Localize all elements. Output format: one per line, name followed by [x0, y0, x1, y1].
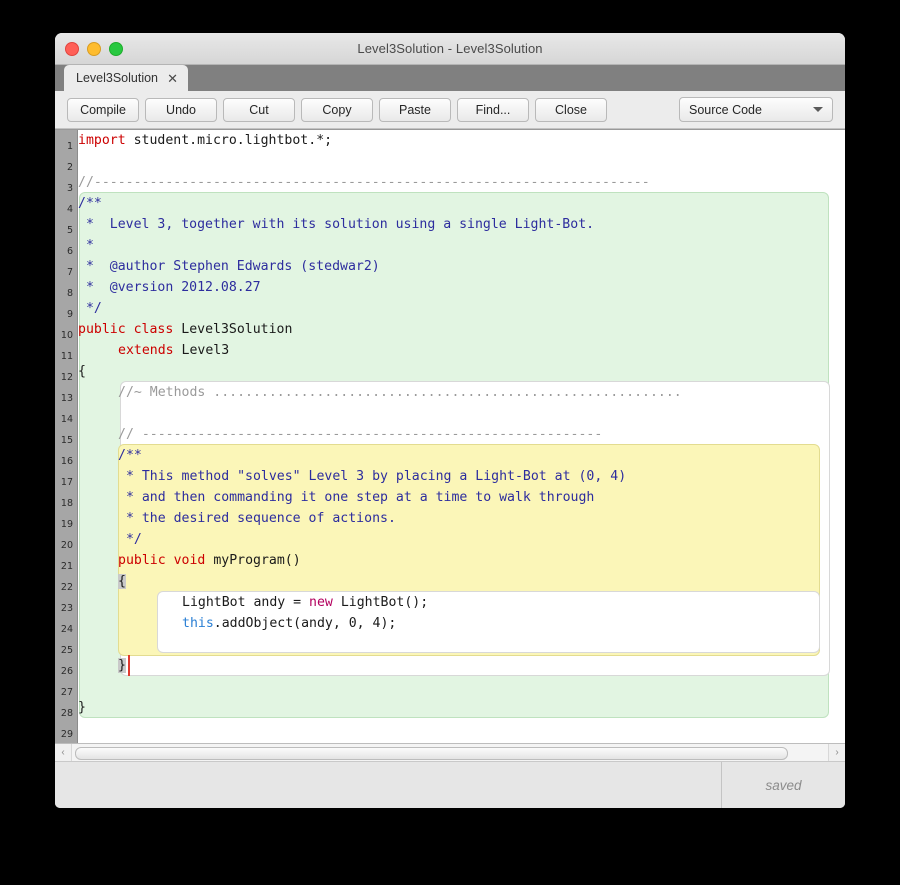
chevron-down-icon	[813, 107, 823, 112]
code-surface[interactable]: import student.micro.lightbot.*; //-----…	[78, 130, 845, 743]
code-line: /**	[78, 445, 142, 466]
status-message-area	[55, 762, 721, 808]
code-line: LightBot andy = new LightBot();	[78, 592, 428, 613]
text-caret	[128, 655, 130, 676]
code-line: *	[78, 235, 94, 256]
code-line: * @version 2012.08.27	[78, 277, 261, 298]
matching-brace-close: }	[118, 658, 126, 673]
line-number: 8	[55, 283, 77, 304]
line-number: 10	[55, 325, 77, 346]
tab-strip: Level3Solution ✕	[55, 65, 845, 91]
window-controls	[65, 42, 123, 56]
code-line: * @author Stephen Edwards (stedwar2)	[78, 256, 380, 277]
line-number: 11	[55, 346, 77, 367]
tab-level3solution[interactable]: Level3Solution ✕	[64, 65, 188, 91]
saved-status-label: saved	[765, 778, 801, 793]
line-number: 7	[55, 262, 77, 283]
line-number: 1	[55, 136, 77, 157]
line-number: 21	[55, 556, 77, 577]
line-number: 2	[55, 157, 77, 178]
code-line: import student.micro.lightbot.*;	[78, 130, 332, 151]
line-number: 24	[55, 619, 77, 640]
code-line: //--------------------------------------…	[78, 172, 650, 193]
line-number: 3	[55, 178, 77, 199]
status-bar: saved	[55, 761, 845, 808]
code-line: extends Level3	[78, 340, 229, 361]
code-line: * Level 3, together with its solution us…	[78, 214, 594, 235]
view-mode-value: Source Code	[689, 103, 762, 117]
code-line: {	[78, 571, 126, 592]
line-number: 20	[55, 535, 77, 556]
scrollbar-track[interactable]	[71, 744, 829, 761]
line-number: 23	[55, 598, 77, 619]
minimize-window-button[interactable]	[87, 42, 101, 56]
matching-brace-open: {	[118, 574, 126, 589]
line-number: 17	[55, 472, 77, 493]
save-status-area: saved	[722, 762, 845, 808]
view-mode-select[interactable]: Source Code	[679, 97, 833, 122]
close-button[interactable]: Close	[535, 98, 607, 122]
editor-window: Level3Solution - Level3Solution Level3So…	[55, 33, 845, 808]
code-line: public class Level3Solution	[78, 319, 292, 340]
close-icon[interactable]: ✕	[167, 72, 178, 85]
code-line: /**	[78, 193, 102, 214]
copy-button[interactable]: Copy	[301, 98, 373, 122]
code-line: * the desired sequence of actions.	[78, 508, 396, 529]
find-button[interactable]: Find...	[457, 98, 529, 122]
line-number: 26	[55, 661, 77, 682]
line-number: 18	[55, 493, 77, 514]
line-number: 25	[55, 640, 77, 661]
code-line: */	[78, 529, 142, 550]
scrollbar-thumb[interactable]	[75, 747, 788, 760]
cut-button[interactable]: Cut	[223, 98, 295, 122]
scroll-right-icon[interactable]: ›	[829, 744, 845, 761]
line-number: 19	[55, 514, 77, 535]
line-number: 9	[55, 304, 77, 325]
compile-button[interactable]: Compile	[67, 98, 139, 122]
code-line: */	[78, 298, 102, 319]
scroll-left-icon[interactable]: ‹	[55, 744, 71, 761]
window-title: Level3Solution - Level3Solution	[357, 41, 542, 56]
line-number: 16	[55, 451, 77, 472]
code-line: this.addObject(andy, 0, 4);	[78, 613, 396, 634]
zoom-window-button[interactable]	[109, 42, 123, 56]
line-number: 29	[55, 724, 77, 743]
paste-button[interactable]: Paste	[379, 98, 451, 122]
line-number: 27	[55, 682, 77, 703]
code-line: }	[78, 697, 86, 718]
line-number: 12	[55, 367, 77, 388]
code-editor[interactable]: 1 2 3 4 5 6 7 8 9 10 11 12 13 14 15 16 1…	[55, 129, 845, 743]
code-line: public void myProgram()	[78, 550, 301, 571]
tab-label: Level3Solution	[76, 71, 158, 85]
title-bar: Level3Solution - Level3Solution	[55, 33, 845, 65]
line-number: 13	[55, 388, 77, 409]
close-window-button[interactable]	[65, 42, 79, 56]
code-line: {	[78, 361, 86, 382]
line-number: 15	[55, 430, 77, 451]
code-line: * and then commanding it one step at a t…	[78, 487, 594, 508]
line-number: 6	[55, 241, 77, 262]
line-number: 5	[55, 220, 77, 241]
horizontal-scrollbar[interactable]: ‹ ›	[55, 743, 845, 761]
undo-button[interactable]: Undo	[145, 98, 217, 122]
toolbar: Compile Undo Cut Copy Paste Find... Clos…	[55, 91, 845, 129]
line-number-gutter: 1 2 3 4 5 6 7 8 9 10 11 12 13 14 15 16 1…	[55, 130, 78, 743]
line-number: 22	[55, 577, 77, 598]
line-number: 14	[55, 409, 77, 430]
code-line: }	[78, 655, 126, 676]
code-line: // -------------------------------------…	[78, 424, 602, 445]
code-line: * This method "solves" Level 3 by placin…	[78, 466, 626, 487]
code-line: //~ Methods ............................…	[78, 382, 682, 403]
line-number: 28	[55, 703, 77, 724]
line-number: 4	[55, 199, 77, 220]
